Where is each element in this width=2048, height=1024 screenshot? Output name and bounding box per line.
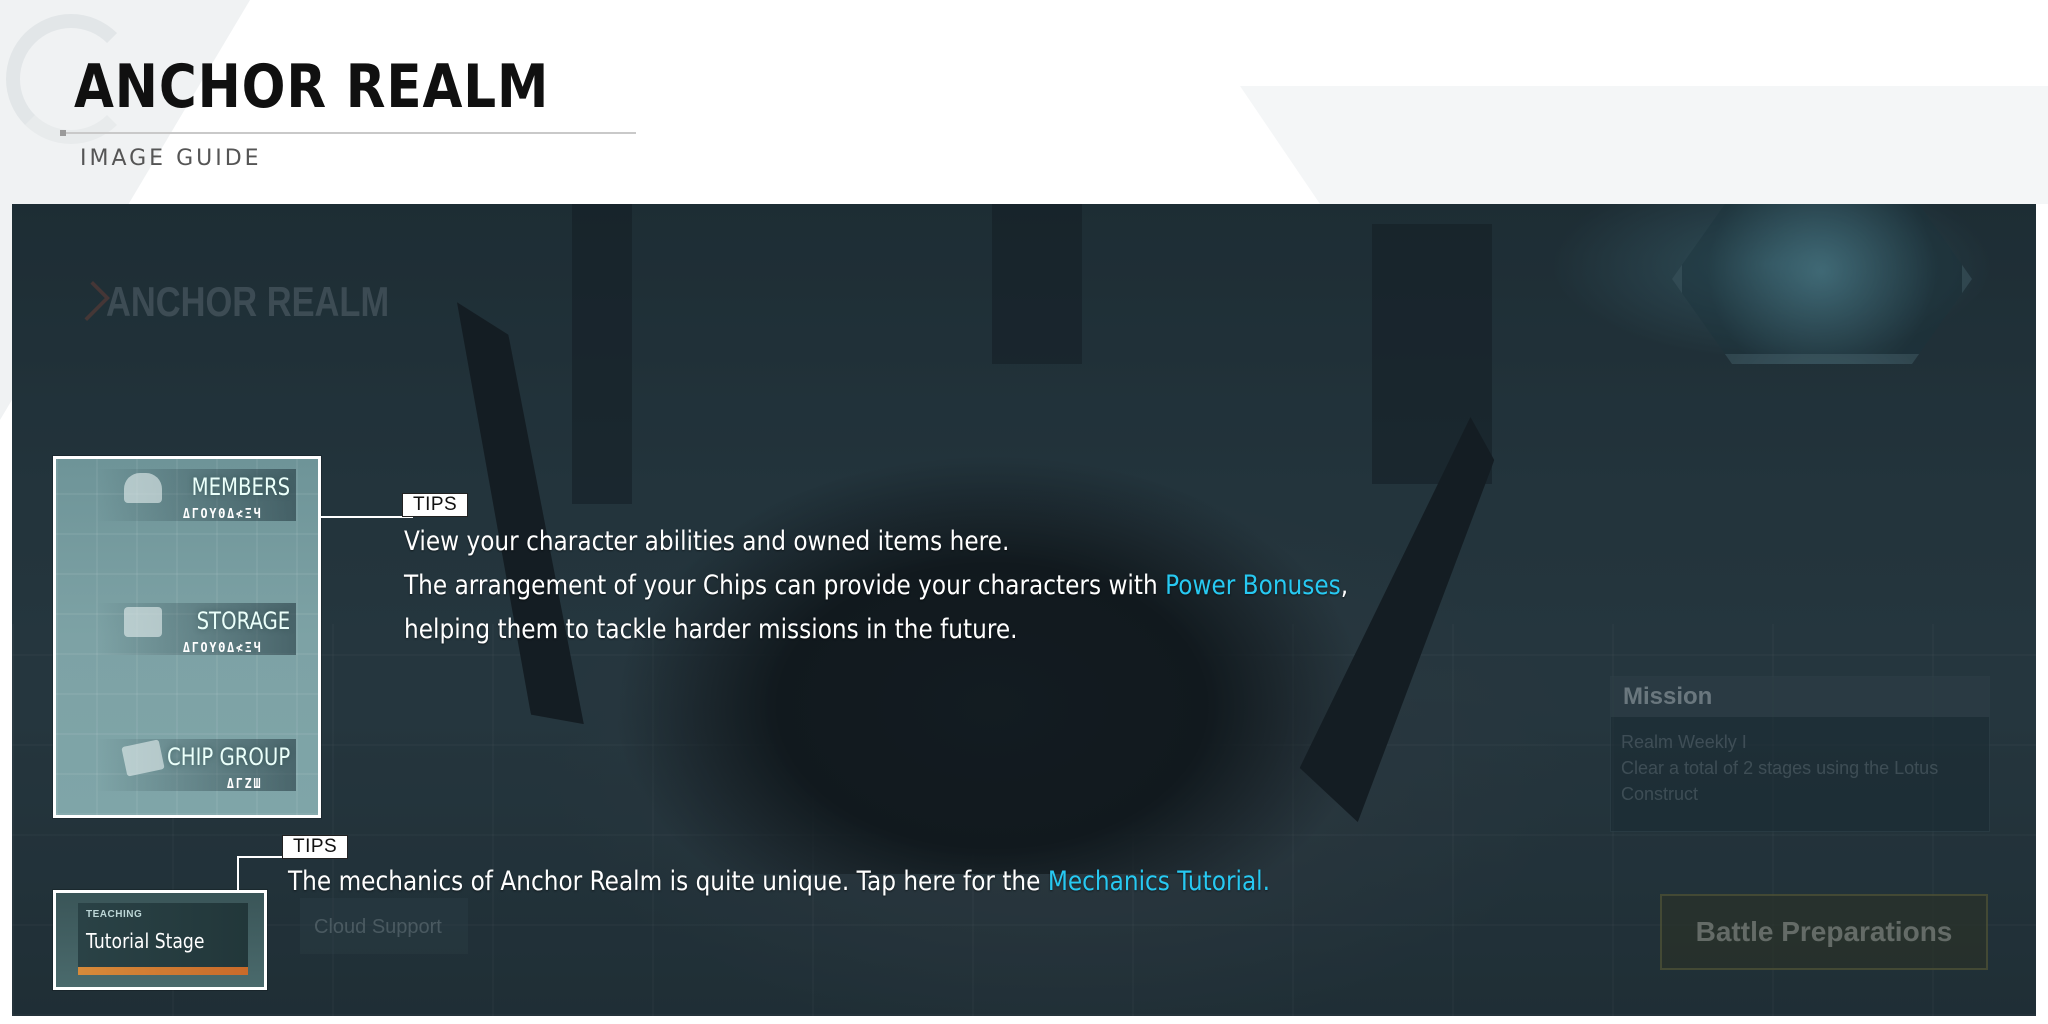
tip-line: The mechanics of Anchor Realm is quite u… (288, 860, 1270, 904)
tip-span: The mechanics of Anchor Realm is quite u… (288, 866, 1048, 897)
tip-span: The arrangement of your Chips can provid… (404, 570, 1166, 601)
tutorial-card: TEACHING Tutorial Stage (78, 903, 248, 967)
header-decor-right (1240, 86, 2048, 204)
tip-line: The arrangement of your Chips can provid… (404, 564, 1348, 608)
menu-label: MEMBERS (191, 473, 290, 501)
title-divider (60, 132, 636, 134)
menu-glyph: ΔΓΟΥΘΔ≮ΞЧ (182, 641, 262, 656)
connector-line (321, 516, 413, 518)
tutorial-stage-button[interactable]: TEACHING Tutorial Stage (53, 890, 267, 990)
game-screenshot: ANCHOR REALM Mission Realm Weekly I Clea… (12, 204, 2036, 1016)
tip-text-1: View your character abilities and owned … (404, 520, 1348, 652)
connector-line (237, 856, 239, 890)
tutorial-accent-strip (78, 967, 248, 975)
members-icon (124, 473, 162, 503)
tutorial-tag: TEACHING (86, 909, 143, 920)
menu-item-storage[interactable]: STORAGE ΔΓΟΥΘΔ≮ΞЧ (56, 595, 318, 675)
menu-item-members[interactable]: MEMBERS ΔΓΟΥΘΔ≮ΞЧ (56, 461, 318, 541)
menu-glyph: ΔΓΖШ (226, 777, 262, 792)
tip-span: , (1340, 570, 1349, 601)
tips-badge: TIPS (402, 493, 469, 517)
menu-glyph: ΔΓΟΥΘΔ≮ΞЧ (182, 507, 262, 522)
menu-item-chip-group[interactable]: CHIP GROUP ΔΓΖШ (56, 731, 318, 811)
storage-icon (124, 607, 162, 637)
menu-label: CHIP GROUP (166, 743, 290, 771)
tip-line: helping them to tackle harder missions i… (404, 614, 1018, 645)
mechanics-tutorial-link[interactable]: Mechanics Tutorial. (1048, 866, 1270, 897)
power-bonuses-link[interactable]: Power Bonuses (1165, 570, 1341, 601)
tip-text-2: The mechanics of Anchor Realm is quite u… (288, 860, 1270, 904)
tutorial-label: Tutorial Stage (86, 929, 205, 953)
menu-label: STORAGE (196, 607, 290, 635)
page-title: ANCHOR REALM (74, 52, 550, 122)
page-subtitle: IMAGE GUIDE (80, 146, 262, 171)
tip-line: View your character abilities and owned … (404, 526, 1010, 557)
title-divider-dot (60, 130, 66, 136)
highlight-menu-box: MEMBERS ΔΓΟΥΘΔ≮ΞЧ STORAGE ΔΓΟΥΘΔ≮ΞЧ CHIP… (53, 456, 321, 818)
tips-badge: TIPS (282, 835, 349, 859)
